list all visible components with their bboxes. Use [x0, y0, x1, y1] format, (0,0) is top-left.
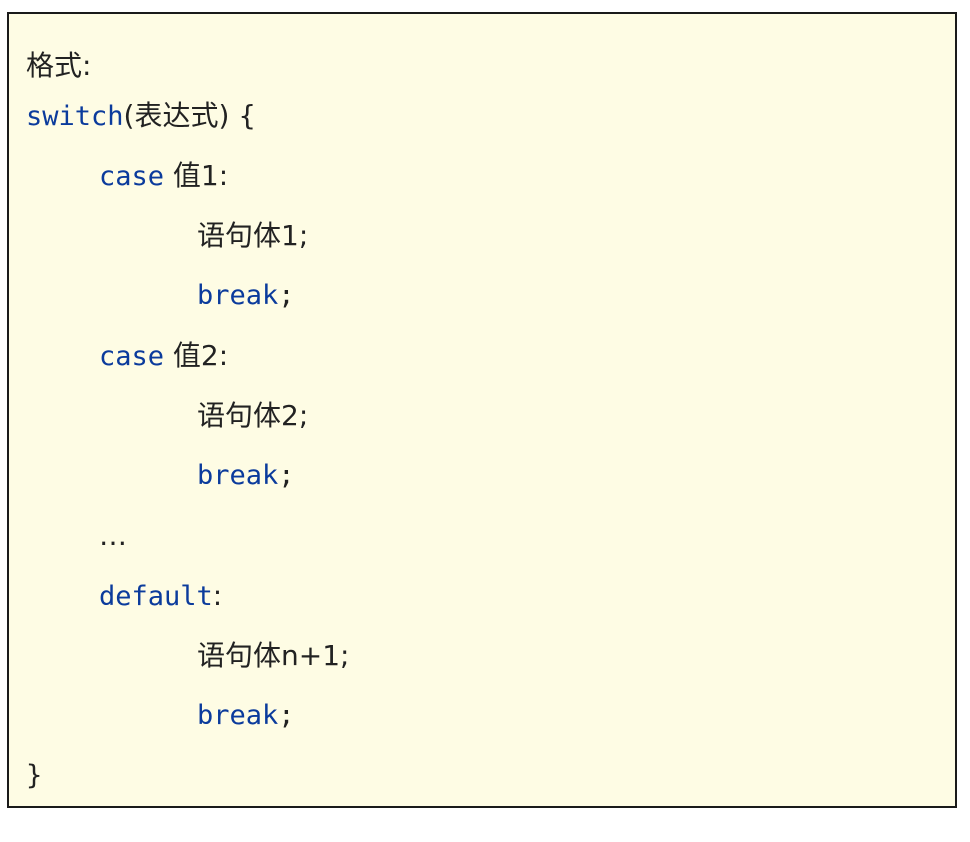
case1-value: 值1: — [164, 159, 229, 192]
statement2-line: 语句体2; — [197, 394, 308, 438]
heading-text: 格式: — [26, 49, 92, 82]
break2-line: break; — [197, 454, 295, 498]
switch-line: switch(表达式) { — [26, 94, 256, 138]
break2-semicolon: ; — [278, 460, 295, 491]
statement-n-line: 语句体n+1; — [197, 634, 349, 678]
default-line: default: — [99, 574, 222, 618]
break1-keyword: break — [197, 280, 279, 311]
case1-line: case 值1: — [99, 154, 228, 198]
statement-n-text: 语句体n+1; — [197, 639, 350, 672]
switch-expression: (表达式) { — [123, 99, 257, 132]
default-colon: : — [212, 579, 223, 612]
break3-line: break; — [197, 694, 295, 738]
statement1-line: 语句体1; — [197, 214, 308, 258]
statement2-text: 语句体2; — [197, 399, 309, 432]
break1-line: break; — [197, 274, 295, 318]
switch-keyword: switch — [26, 101, 124, 132]
ellipsis-line: … — [99, 514, 127, 558]
format-heading: 格式: — [26, 44, 91, 88]
default-keyword: default — [99, 581, 213, 612]
statement1-text: 语句体1; — [197, 219, 309, 252]
case1-keyword: case — [99, 161, 165, 192]
ellipsis-text: … — [99, 519, 127, 552]
break3-keyword: break — [197, 700, 279, 731]
closing-brace: } — [26, 760, 43, 791]
break2-keyword: break — [197, 460, 279, 491]
closing-brace-line: } — [26, 754, 42, 798]
case2-value: 值2: — [164, 339, 229, 372]
case2-line: case 值2: — [99, 334, 228, 378]
break3-semicolon: ; — [278, 700, 295, 731]
code-format-box: 格式: switch(表达式) { case 值1: 语句体1; break; … — [7, 12, 957, 808]
case2-keyword: case — [99, 341, 165, 372]
break1-semicolon: ; — [278, 280, 295, 311]
